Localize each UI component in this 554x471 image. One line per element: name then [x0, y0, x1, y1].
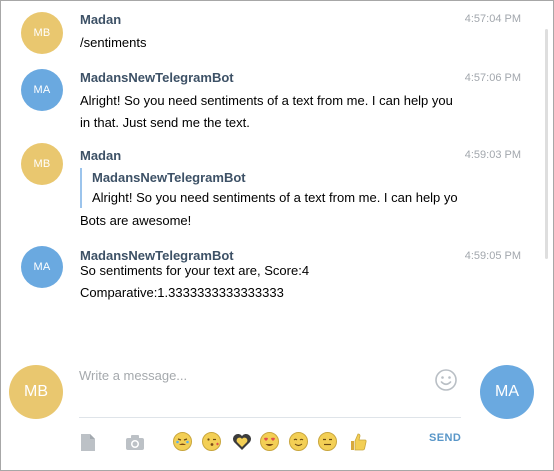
thumbs-up-emoji-icon[interactable]: [347, 431, 369, 453]
reply-author: MadansNewTelegramBot: [92, 170, 246, 185]
send-button[interactable]: SEND: [429, 432, 461, 444]
message-time: 4:57:06 PM: [464, 72, 521, 84]
reply-quote[interactable]: MadansNewTelegramBot Alright! So you nee…: [80, 168, 465, 208]
composer: MB MA: [1, 346, 554, 471]
emoji-picker-icon[interactable]: [434, 368, 458, 392]
chat-window: MB Madan 4:57:04 PM /sentiments MA Madan…: [0, 0, 554, 471]
heart-eyes-emoji-icon[interactable]: [260, 432, 279, 451]
message-author[interactable]: Madan: [80, 148, 121, 163]
message-time: 4:59:05 PM: [464, 250, 521, 262]
message-input[interactable]: [79, 358, 461, 418]
message-author[interactable]: MadansNewTelegramBot: [80, 70, 234, 85]
message-time: 4:57:04 PM: [464, 13, 521, 25]
avatar[interactable]: MB: [21, 12, 63, 54]
message-text: /sentiments: [80, 35, 147, 50]
crying-emoji-icon[interactable]: [173, 432, 192, 451]
heart-emoji-icon[interactable]: [231, 431, 253, 453]
kiss-emoji-icon[interactable]: [202, 432, 221, 451]
avatar[interactable]: MA: [21, 69, 63, 111]
message-author[interactable]: Madan: [80, 12, 121, 27]
message-text: So sentiments for your text are, Score:4…: [80, 263, 310, 300]
message-text: Bots are awesome!: [80, 213, 192, 228]
message-history[interactable]: MB Madan 4:57:04 PM /sentiments MA Madan…: [1, 1, 531, 341]
message-time: 4:59:03 PM: [464, 149, 521, 161]
user-avatar[interactable]: MB: [9, 365, 63, 419]
neutral-emoji-icon[interactable]: [318, 432, 337, 451]
attach-file-icon[interactable]: [79, 431, 97, 453]
scrollbar[interactable]: [545, 29, 548, 259]
smile-emoji-icon[interactable]: [289, 432, 308, 451]
message-text: Alright! So you need sentiments of a tex…: [80, 93, 453, 130]
reply-text: Alright! So you need sentiments of a tex…: [92, 190, 458, 205]
avatar[interactable]: MA: [21, 246, 63, 288]
composer-toolbar: SEND: [79, 428, 469, 458]
peer-avatar[interactable]: MA: [480, 365, 534, 419]
avatar[interactable]: MB: [21, 143, 63, 185]
camera-icon[interactable]: [124, 431, 146, 453]
